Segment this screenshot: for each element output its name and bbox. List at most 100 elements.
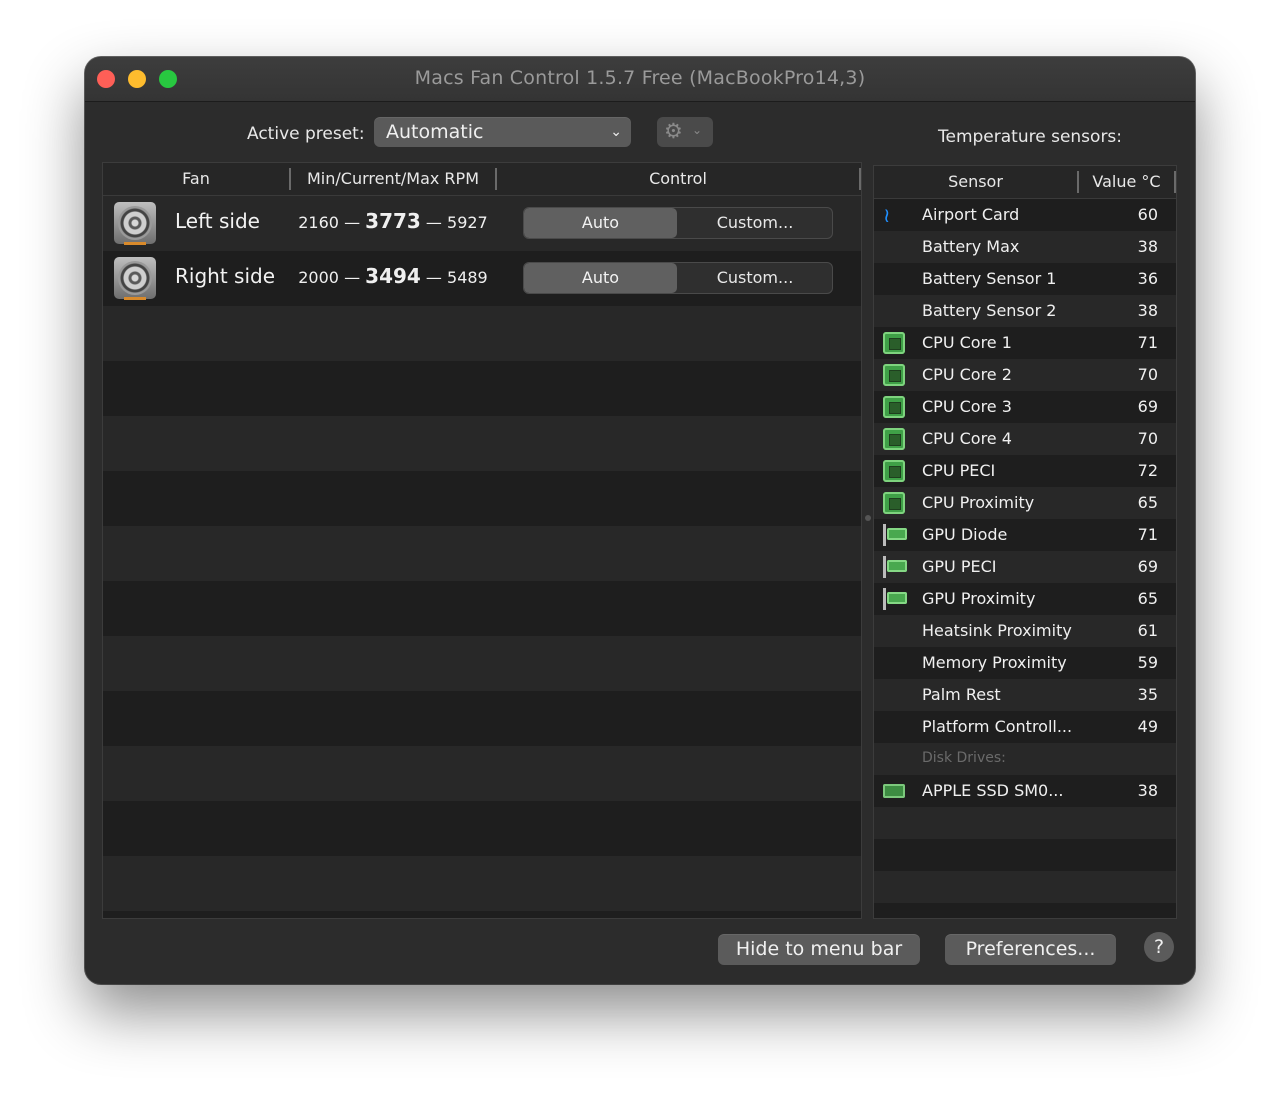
row-stripe: [103, 581, 861, 636]
sensor-name: Airport Card: [922, 205, 1020, 224]
sensor-name: CPU Proximity: [922, 493, 1035, 512]
gpu-icon: [883, 588, 907, 610]
sensor-row[interactable]: CPU PECI 72: [874, 455, 1176, 487]
sensor-row[interactable]: Battery Sensor 1 36: [874, 263, 1176, 295]
sensor-name: CPU Core 2: [922, 365, 1012, 384]
column-header-sensor[interactable]: Sensor: [874, 172, 1077, 191]
empty-row: [874, 871, 1176, 903]
sensor-table-header: Sensor Value °C: [874, 166, 1176, 199]
sensor-row[interactable]: CPU Core 2 70: [874, 359, 1176, 391]
sensor-row[interactable]: CPU Core 1 71: [874, 327, 1176, 359]
rpm-separator: —: [425, 268, 442, 287]
sensor-name: GPU Diode: [922, 525, 1008, 544]
active-preset-label: Active preset:: [247, 124, 365, 144]
fan-table: Fan Min/Current/Max RPM Control Left sid…: [102, 162, 862, 919]
row-stripe: [103, 856, 861, 911]
fan-min-rpm: 2160: [298, 213, 339, 232]
sensor-name: Memory Proximity: [922, 653, 1067, 672]
cpu-icon: [883, 364, 905, 386]
sensor-row[interactable]: CPU Proximity 65: [874, 487, 1176, 519]
sensor-value: 69: [1137, 557, 1158, 576]
sensor-row[interactable]: Heatsink Proximity 61: [874, 615, 1176, 647]
hide-to-menu-bar-button[interactable]: Hide to menu bar: [718, 934, 920, 965]
sensor-row[interactable]: CPU Core 3 69: [874, 391, 1176, 423]
sensor-name: CPU Core 3: [922, 397, 1012, 416]
sensor-row[interactable]: Battery Sensor 2 38: [874, 295, 1176, 327]
auto-button[interactable]: Auto: [524, 208, 677, 238]
preferences-button[interactable]: Preferences...: [945, 934, 1116, 965]
chevron-down-icon: ⌄: [692, 123, 703, 137]
sensor-name: GPU PECI: [922, 557, 997, 576]
sensor-value: 70: [1137, 365, 1158, 384]
fan-current-rpm: 3773: [365, 209, 421, 233]
preset-dropdown[interactable]: Automatic ⌄: [374, 117, 631, 147]
sensor-row[interactable]: Palm Rest 35: [874, 679, 1176, 711]
column-header-value[interactable]: Value °C: [1079, 172, 1174, 191]
fan-max-rpm: 5927: [447, 213, 488, 232]
fan-current-rpm: 3494: [365, 264, 421, 288]
sensor-value: 60: [1137, 205, 1158, 224]
fan-icon: [114, 257, 156, 300]
sensor-name: Heatsink Proximity: [922, 621, 1072, 640]
cpu-icon: [883, 492, 905, 514]
fan-row-right-side[interactable]: Right side 2000 — 3494 — 5489 Auto Custo…: [103, 251, 861, 306]
sensor-row[interactable]: APPLE SSD SM0... 38: [874, 775, 1176, 807]
sensor-row[interactable]: Battery Max 38: [874, 231, 1176, 263]
sensor-value: 72: [1137, 461, 1158, 480]
rpm-separator: —: [344, 213, 361, 232]
split-view-divider[interactable]: [865, 515, 871, 521]
sensor-name: CPU Core 1: [922, 333, 1012, 352]
help-button[interactable]: ?: [1144, 932, 1174, 962]
custom-button[interactable]: Custom...: [678, 208, 832, 238]
sensor-value: 61: [1137, 621, 1158, 640]
row-stripe: [103, 801, 861, 856]
sensor-row[interactable]: Platform Controll... 49: [874, 711, 1176, 743]
sensor-name: Battery Max: [922, 237, 1020, 256]
sensor-row[interactable]: GPU Proximity 65: [874, 583, 1176, 615]
column-header-rpm[interactable]: Min/Current/Max RPM: [291, 169, 495, 188]
sensor-table: Sensor Value °C ≀ Airport Card 60 Batter…: [873, 165, 1177, 919]
column-divider[interactable]: [1174, 171, 1176, 193]
column-header-control[interactable]: Control: [497, 169, 859, 188]
disk-drives-group-label: Disk Drives:: [922, 750, 1006, 766]
column-header-fan[interactable]: Fan: [103, 169, 289, 188]
fan-rpm: 2160 — 3773 — 5927: [293, 209, 493, 233]
sensor-row[interactable]: ≀ Airport Card 60: [874, 199, 1176, 231]
sensor-name: CPU PECI: [922, 461, 996, 480]
auto-button[interactable]: Auto: [524, 263, 677, 293]
fan-name: Left side: [175, 209, 260, 233]
sensor-row[interactable]: GPU PECI 69: [874, 551, 1176, 583]
custom-button[interactable]: Custom...: [678, 263, 832, 293]
fan-row-left-side[interactable]: Left side 2160 — 3773 — 5927 Auto Custom…: [103, 196, 861, 251]
sensor-value: 38: [1137, 781, 1158, 800]
sensor-name: Platform Controll...: [922, 717, 1073, 736]
gpu-icon: [883, 524, 907, 546]
fan-control-segmented: Auto Custom...: [523, 262, 833, 294]
sensor-row[interactable]: Memory Proximity 59: [874, 647, 1176, 679]
row-stripe: [103, 746, 861, 801]
sensor-name: Palm Rest: [922, 685, 1001, 704]
column-divider[interactable]: [859, 168, 861, 190]
sensor-value: 38: [1137, 301, 1158, 320]
sensor-value: 36: [1137, 269, 1158, 288]
row-stripe: [103, 636, 861, 691]
sensor-value: 65: [1137, 589, 1158, 608]
sensor-row[interactable]: CPU Core 4 70: [874, 423, 1176, 455]
fan-icon: [114, 202, 156, 245]
chevron-down-icon: ⌄: [610, 124, 622, 140]
fan-rpm: 2000 — 3494 — 5489: [293, 264, 493, 288]
cpu-icon: [883, 428, 905, 450]
sensor-row[interactable]: GPU Diode 71: [874, 519, 1176, 551]
sensor-value: 70: [1137, 429, 1158, 448]
fan-name: Right side: [175, 264, 275, 288]
sensor-value: 38: [1137, 237, 1158, 256]
row-stripe: [103, 471, 861, 526]
sensor-name: Battery Sensor 2: [922, 301, 1057, 320]
window-title: Macs Fan Control 1.5.7 Free (MacBookPro1…: [414, 67, 866, 89]
temperature-sensors-label: Temperature sensors:: [938, 127, 1123, 147]
settings-menu-button[interactable]: ⚙ ⌄: [657, 117, 713, 147]
sensor-name: GPU Proximity: [922, 589, 1036, 608]
empty-row: [874, 839, 1176, 871]
rpm-separator: —: [344, 268, 361, 287]
title-bar: Macs Fan Control 1.5.7 Free (MacBookPro1…: [85, 57, 1195, 102]
